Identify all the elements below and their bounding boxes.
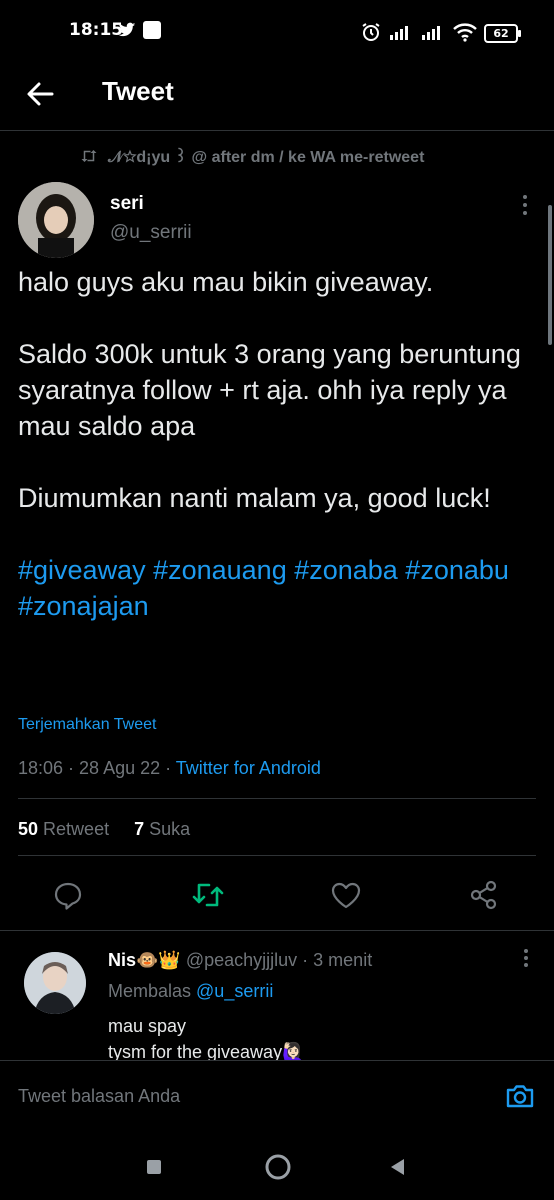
tweet-timestamp: 18:06 · 28 Agu 22 ·	[18, 758, 176, 778]
like-count: 7	[134, 819, 145, 839]
twitter-bird-icon	[118, 22, 136, 37]
signal-icon-1	[390, 26, 408, 40]
signal-icon-2	[422, 26, 440, 40]
retweet-action-icon[interactable]	[190, 877, 226, 913]
wifi-icon	[453, 23, 477, 42]
battery-indicator: 62	[484, 24, 521, 43]
tweet-source-link[interactable]: Twitter for Android	[176, 758, 321, 778]
header-divider	[0, 130, 554, 131]
alarm-icon	[362, 23, 380, 41]
reply-icon[interactable]	[50, 877, 86, 913]
actions-divider	[0, 930, 554, 931]
tweet-text: halo guys aku mau bikin giveaway. Saldo …	[18, 264, 528, 624]
retweet-stat-label: Retweet	[43, 819, 110, 839]
share-icon[interactable]	[466, 877, 502, 913]
retweet-context[interactable]: 𝒩☆d¡yu ꒱ @ after dm / ke WA me-retweet	[80, 145, 424, 167]
avatar-photo	[18, 182, 94, 258]
replying-label: Membalas	[108, 981, 197, 1001]
translate-tweet-link[interactable]: Terjemahkan Tweet	[18, 716, 156, 734]
meta-divider	[18, 798, 536, 799]
reply-handle-time: @peachyjjjluv · 3 menit	[180, 950, 373, 970]
stats-divider	[18, 855, 536, 856]
status-time: 18:15	[69, 20, 124, 40]
tweet-paragraph-2: Saldo 300k untuk 3 orang yang beruntung …	[18, 339, 521, 441]
tweet-paragraph-1: halo guys aku mau bikin giveaway.	[18, 267, 434, 297]
reply-more-vertical-icon[interactable]	[520, 947, 532, 969]
circle-nav-icon[interactable]	[263, 1152, 293, 1182]
square-nav-icon[interactable]	[141, 1154, 167, 1180]
back-arrow-icon[interactable]	[22, 76, 58, 112]
like-icon[interactable]	[328, 877, 364, 913]
retweet-context-text: 𝒩☆d¡yu ꒱ @ after dm / ke WA me-retweet	[108, 149, 425, 166]
author-handle[interactable]: @u_serrii	[110, 222, 192, 244]
replying-to: Membalas @u_serrii	[108, 981, 273, 1002]
retweet-icon	[81, 150, 97, 162]
scrollbar[interactable]	[548, 205, 552, 345]
author-name[interactable]: seri	[110, 193, 144, 215]
reply-author-name[interactable]: Nis🐵👑	[108, 950, 181, 970]
more-vertical-icon[interactable]	[518, 193, 532, 217]
reply-text-line-1: mau spay	[108, 1016, 187, 1036]
reply-avatar[interactable]	[24, 952, 86, 1014]
retweet-count: 50	[18, 819, 39, 839]
retweet-stat[interactable]: 50 Retweet	[18, 819, 109, 839]
app-notification-icon	[143, 21, 161, 39]
like-stat-label: Suka	[149, 819, 191, 839]
tweet-hashtags[interactable]: #giveaway #zonauang #zonaba #zonabu #zon…	[18, 552, 528, 624]
reply-header: Nis🐵👑 @peachyjjjluv · 3 menit	[108, 950, 372, 971]
reply-avatar-photo	[24, 952, 86, 1014]
reply-input[interactable]: Tweet balasan Anda	[18, 1086, 180, 1107]
page-title: Tweet	[102, 76, 174, 106]
reply-text: mau spay tysm for the giveaway🙋🏻‍♀️	[108, 1013, 304, 1065]
tweet-meta: 18:06 · 28 Agu 22 · Twitter for Android	[18, 758, 321, 779]
triangle-back-nav-icon[interactable]	[385, 1154, 411, 1180]
camera-icon[interactable]	[504, 1080, 536, 1112]
tweet-paragraph-3: Diumumkan nanti malam ya, good luck!	[18, 483, 491, 513]
tweet-stats: 50 Retweet 7 Suka	[18, 819, 190, 840]
replying-mention[interactable]: @u_serrii	[196, 981, 273, 1001]
author-avatar[interactable]	[18, 182, 94, 258]
like-stat[interactable]: 7 Suka	[134, 819, 190, 839]
